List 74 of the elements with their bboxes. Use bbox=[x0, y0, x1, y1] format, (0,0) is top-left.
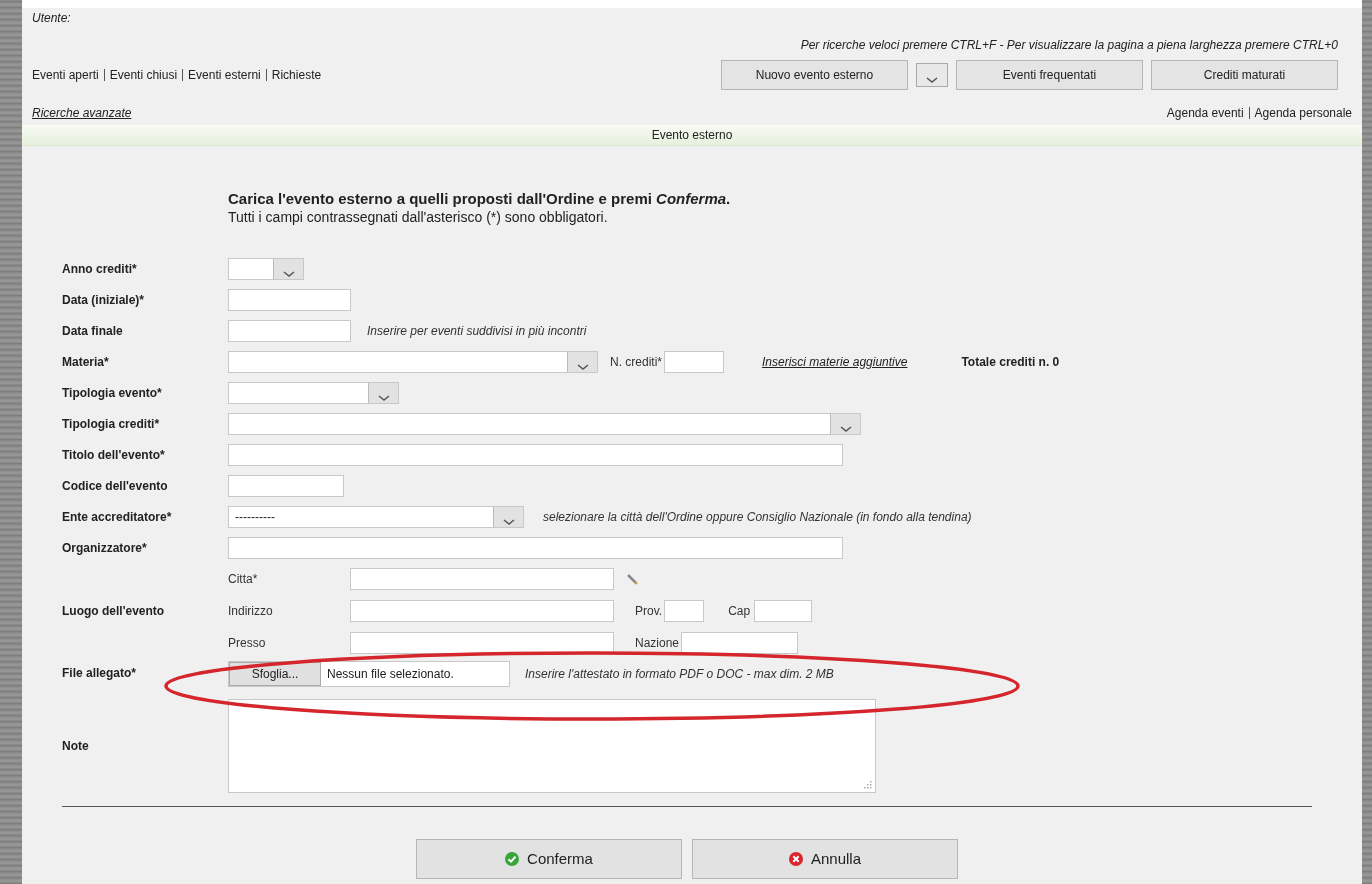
caret-icon bbox=[281, 269, 296, 278]
text-field[interactable] bbox=[228, 319, 351, 342]
field-label: Tipologia evento* bbox=[62, 384, 163, 402]
select-value: ---------- bbox=[234, 508, 275, 526]
field-label: Organizzatore* bbox=[62, 539, 148, 557]
field-label: Anno crediti* bbox=[62, 260, 138, 278]
hint-text: Inserire l'attestato in formato PDF o DOC - max dim. 2 MB bbox=[525, 666, 834, 683]
field-label: Indirizzo bbox=[228, 602, 274, 620]
text-field[interactable] bbox=[350, 631, 614, 654]
text-field[interactable] bbox=[664, 599, 705, 622]
credits-total: Totale crediti n. 0 bbox=[961, 353, 1060, 371]
advanced-search-link[interactable]: Ricerche avanzate bbox=[32, 104, 132, 122]
field-label: Codice dell'evento bbox=[62, 477, 169, 495]
select-field[interactable] bbox=[228, 381, 399, 404]
field-label: Materia* bbox=[62, 353, 110, 371]
file-status: Nessun file selezionato. bbox=[326, 666, 455, 683]
field-label: Prov. bbox=[635, 602, 663, 620]
text-field[interactable] bbox=[228, 288, 351, 311]
user-label: Utente: bbox=[32, 10, 71, 27]
field-label: File allegato* bbox=[62, 665, 138, 682]
notes-field[interactable] bbox=[228, 699, 876, 793]
nav-link[interactable]: Eventi esterni bbox=[188, 66, 261, 84]
caret-icon bbox=[501, 517, 516, 526]
section-title: Evento esterno bbox=[651, 127, 733, 144]
text-field[interactable] bbox=[681, 631, 799, 654]
text-field[interactable] bbox=[228, 536, 843, 559]
field-label: Tipologia crediti* bbox=[62, 415, 161, 433]
select-field[interactable] bbox=[228, 257, 304, 280]
intro-heading: Carica l'evento esterno a quelli proposti dall'Ordine e premi Conferma. bbox=[228, 190, 732, 208]
confirm-button[interactable]: Conferma bbox=[416, 839, 682, 879]
text-field[interactable] bbox=[228, 474, 344, 497]
nav-link[interactable]: Eventi aperti bbox=[32, 66, 99, 84]
check-circle-icon bbox=[505, 852, 520, 866]
field-label: N. crediti* bbox=[610, 353, 662, 371]
header-button[interactable]: Eventi frequentati bbox=[956, 60, 1143, 90]
select-field[interactable] bbox=[228, 350, 598, 373]
text-field[interactable] bbox=[228, 443, 843, 466]
resize-grip-icon[interactable] bbox=[863, 780, 872, 789]
shortcut-hint: Per ricerche veloci premere CTRL+F - Per visualizzare la pagina a piena larghezza premere CTRL+0 bbox=[800, 37, 1338, 52]
field-label: Citta* bbox=[228, 570, 259, 588]
caret-icon bbox=[838, 424, 853, 433]
add-subjects-link[interactable]: Inserisci materie aggiuntive bbox=[762, 352, 908, 371]
agenda-link[interactable]: Agenda eventi bbox=[1166, 104, 1244, 122]
text-field[interactable] bbox=[350, 599, 614, 622]
hint-text: Inserire per eventi suddivisi in più incontri bbox=[367, 322, 587, 340]
field-label: Cap bbox=[728, 602, 751, 620]
pencil-icon[interactable] bbox=[626, 572, 638, 585]
field-label: Ente accreditatore* bbox=[62, 508, 173, 526]
close-circle-icon bbox=[788, 852, 803, 866]
field-label: Titolo dell'evento* bbox=[62, 446, 166, 464]
field-label: Presso bbox=[228, 634, 267, 652]
file-field[interactable]: Sfoglia... Nessun file selezionato. bbox=[228, 661, 510, 687]
cancel-button[interactable]: Annulla bbox=[692, 839, 958, 879]
field-label: Nazione bbox=[635, 634, 680, 652]
caret-icon bbox=[575, 362, 590, 371]
field-label: Note bbox=[62, 738, 90, 755]
intro-note: Tutti i campi contrassegnati dall'asterisco (*) sono obbligatori. bbox=[228, 208, 609, 226]
select-field[interactable] bbox=[228, 412, 861, 435]
agenda-link[interactable]: Agenda personale bbox=[1254, 104, 1352, 122]
header-button[interactable]: Crediti maturati bbox=[1151, 60, 1338, 90]
header-button[interactable]: Nuovo evento esterno bbox=[721, 60, 908, 90]
field-label: Luogo dell'evento bbox=[62, 602, 166, 620]
nav-link[interactable]: Eventi chiusi bbox=[109, 66, 178, 84]
field-label: Data finale bbox=[62, 322, 124, 340]
text-field[interactable] bbox=[754, 599, 813, 622]
caret-icon bbox=[376, 393, 391, 402]
field-label: Data (iniziale)* bbox=[62, 291, 146, 309]
nav-link[interactable]: Richieste bbox=[271, 66, 322, 84]
select-field[interactable]: ---------- bbox=[228, 505, 524, 528]
text-field[interactable] bbox=[350, 567, 614, 590]
dropdown-button[interactable] bbox=[916, 63, 948, 87]
caret-icon bbox=[925, 76, 939, 84]
hint-text: selezionare la città dell'Ordine oppure Consiglio Nazionale (in fondo alla tendina) bbox=[543, 508, 972, 526]
text-field[interactable] bbox=[664, 350, 724, 373]
